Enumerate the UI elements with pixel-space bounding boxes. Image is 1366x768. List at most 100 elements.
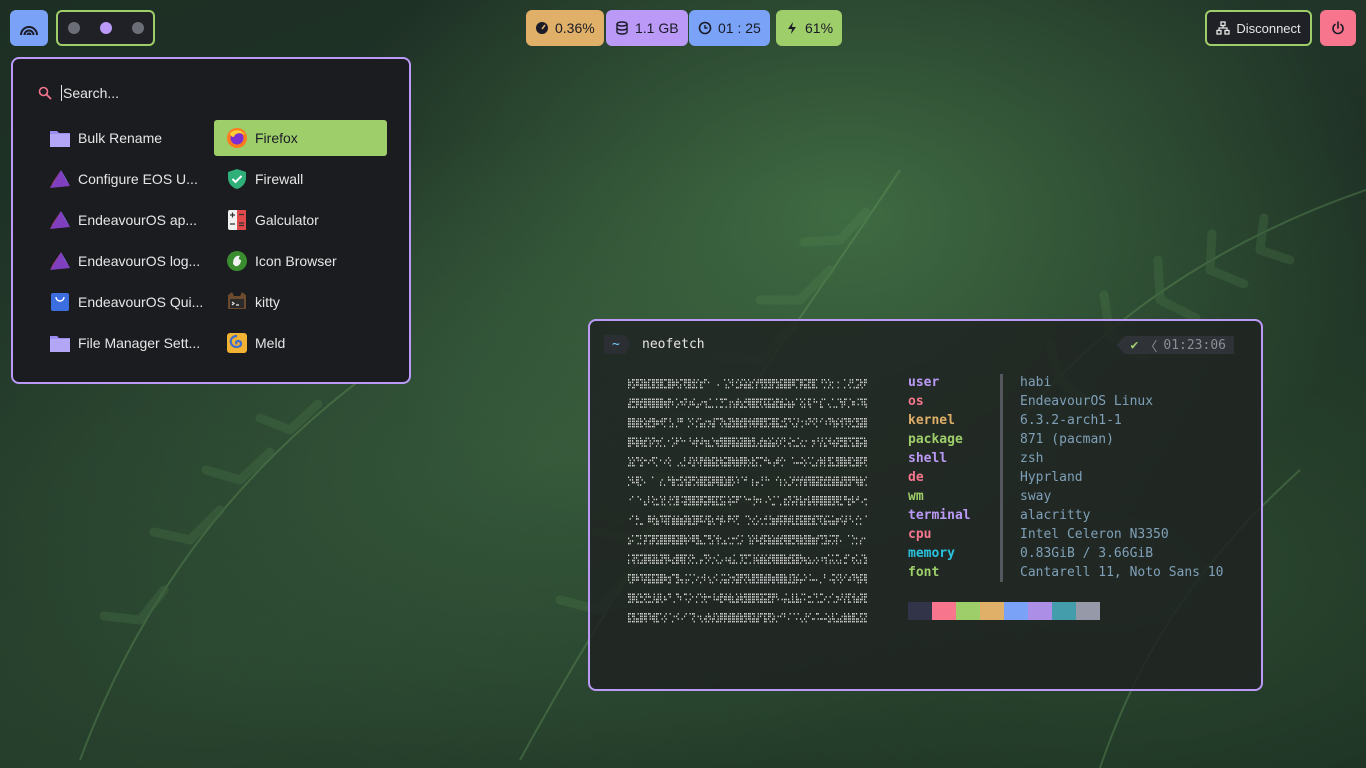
app-item-configure-eos[interactable]: Configure EOS U... xyxy=(37,161,210,197)
app-item-label: Galculator xyxy=(255,212,319,228)
info-key: shell xyxy=(908,451,948,466)
info-key: user xyxy=(908,375,940,390)
prompt-clock: ✔ 〈 01:23:06 xyxy=(1116,336,1234,355)
info-key: kernel xyxy=(908,413,955,428)
info-row-user: user habi xyxy=(908,373,1224,392)
terminal-window[interactable]: ~ neofetch ✔ 〈 01:23:06 user habi os Endeav… xyxy=(588,319,1263,691)
uptime-value: 01 : 25 xyxy=(718,20,761,36)
info-value: alacritty xyxy=(1020,508,1091,523)
info-row-font: font Cantarell 11, Noto Sans 10 xyxy=(908,563,1224,582)
info-row-terminal: terminal alacritty xyxy=(908,506,1224,525)
app-item-galculator[interactable]: Galculator xyxy=(214,202,387,238)
chevron-left-icon: 〈 xyxy=(1144,339,1158,355)
prompt-line: ~ neofetch xyxy=(604,335,705,354)
info-separator xyxy=(1000,374,1003,582)
color-swatch xyxy=(980,602,1004,620)
info-row-memory: memory 0.83GiB / 3.66GiB xyxy=(908,544,1224,563)
color-swatch xyxy=(1004,602,1028,620)
info-value: Intel Celeron N3350 xyxy=(1020,527,1169,542)
rainbow-icon xyxy=(20,26,38,36)
app-item-label: EndeavourOS log... xyxy=(78,253,201,269)
disconnect-button[interactable]: Disconnect xyxy=(1205,10,1312,46)
app-item-label: EndeavourOS ap... xyxy=(78,212,198,228)
info-value: 871 (pacman) xyxy=(1020,432,1114,447)
app-item-meld[interactable]: Meld xyxy=(214,325,387,361)
system-info-list: user habi os EndeavourOS Linux kernel 6.3.2-a… xyxy=(908,373,1224,582)
color-swatch xyxy=(1076,602,1100,620)
prompt-directory: ~ xyxy=(604,335,630,354)
gauge-icon xyxy=(536,22,548,34)
color-swatch xyxy=(932,602,956,620)
info-value: habi xyxy=(1020,375,1052,390)
app-item-label: Configure EOS U... xyxy=(78,171,198,187)
shield-check-icon xyxy=(226,168,248,190)
folder-icon xyxy=(49,332,71,354)
color-swatches xyxy=(908,602,1100,620)
search-input[interactable] xyxy=(61,85,361,101)
info-value: 6.3.2-arch1-1 xyxy=(1020,413,1122,428)
prompt-command: neofetch xyxy=(642,337,705,352)
app-item-endeavouros-apps[interactable]: EndeavourOS ap... xyxy=(37,202,210,238)
app-item-label: EndeavourOS Qui... xyxy=(78,294,204,310)
info-row-cpu: cpu Intel Celeron N3350 xyxy=(908,525,1224,544)
app-item-endeavouros-quickstart[interactable]: EndeavourOS Qui... xyxy=(37,284,210,320)
app-item-label: Firewall xyxy=(255,171,304,187)
prompt-clock-value: 01:23:06 xyxy=(1163,337,1226,353)
memory-usage-value: 1.1 GB xyxy=(635,20,679,36)
app-item-firefox[interactable]: Firefox xyxy=(214,120,387,156)
calculator-icon xyxy=(226,209,248,231)
app-launcher-panel: Bulk Rename Configure EOS U... Endeavour… xyxy=(11,57,411,384)
firefox-icon xyxy=(226,127,248,149)
cpu-usage-value: 0.36% xyxy=(555,20,595,36)
info-value: zsh xyxy=(1020,451,1044,466)
info-key: memory xyxy=(908,546,955,561)
memory-usage-widget[interactable]: 1.1 GB xyxy=(606,10,688,46)
workspace-2-dot[interactable] xyxy=(99,22,112,34)
info-row-kernel: kernel 6.3.2-arch1-1 xyxy=(908,411,1224,430)
workspace-1-dot[interactable] xyxy=(67,22,80,34)
info-key: font xyxy=(908,565,940,580)
battery-value: 61% xyxy=(805,20,834,36)
ascii-art-logo xyxy=(628,379,867,623)
info-value: Hyprland xyxy=(1020,470,1083,485)
app-item-label: Firefox xyxy=(255,130,298,146)
kitty-icon xyxy=(226,291,248,313)
info-row-package: package 871 (pacman) xyxy=(908,430,1224,449)
app-item-icon-browser[interactable]: Icon Browser xyxy=(214,243,387,279)
color-swatch xyxy=(1028,602,1052,620)
app-launcher-button[interactable] xyxy=(10,10,48,46)
info-key: cpu xyxy=(908,527,932,542)
network-icon xyxy=(1216,21,1230,35)
cpu-usage-widget[interactable]: 0.36% xyxy=(526,10,604,46)
app-item-endeavouros-log[interactable]: EndeavourOS log... xyxy=(37,243,210,279)
app-item-file-manager-settings[interactable]: File Manager Sett... xyxy=(37,325,210,361)
endeavouros-icon xyxy=(49,250,71,272)
disconnect-label: Disconnect xyxy=(1236,20,1301,36)
workspace-3-dot[interactable] xyxy=(131,22,144,34)
app-item-bulk-rename[interactable]: Bulk Rename xyxy=(37,120,210,156)
power-icon xyxy=(1332,21,1344,35)
app-item-kitty[interactable]: kitty xyxy=(214,284,387,320)
info-row-wm: wm sway xyxy=(908,487,1224,506)
search-icon xyxy=(38,86,52,100)
endeavouros-icon xyxy=(49,209,71,231)
info-value: Cantarell 11, Noto Sans 10 xyxy=(1020,565,1224,580)
folder-icon xyxy=(49,127,71,149)
info-row-shell: shell zsh xyxy=(908,449,1224,468)
lightning-icon xyxy=(788,22,796,34)
battery-widget[interactable]: 61% xyxy=(776,10,843,46)
info-key: package xyxy=(908,432,963,447)
color-swatch xyxy=(908,602,932,620)
info-row-de: de Hyprland xyxy=(908,468,1224,487)
info-key: wm xyxy=(908,489,924,504)
power-button[interactable] xyxy=(1320,10,1356,46)
gimp-icon xyxy=(226,250,248,272)
info-key: terminal xyxy=(908,508,971,523)
color-swatch xyxy=(956,602,980,620)
workspace-switcher xyxy=(56,10,155,46)
uptime-widget[interactable]: 01 : 25 xyxy=(689,10,770,46)
app-item-label: File Manager Sett... xyxy=(78,335,201,351)
info-value: sway xyxy=(1020,489,1052,504)
app-item-label: Meld xyxy=(255,335,286,351)
app-item-firewall[interactable]: Firewall xyxy=(214,161,387,197)
